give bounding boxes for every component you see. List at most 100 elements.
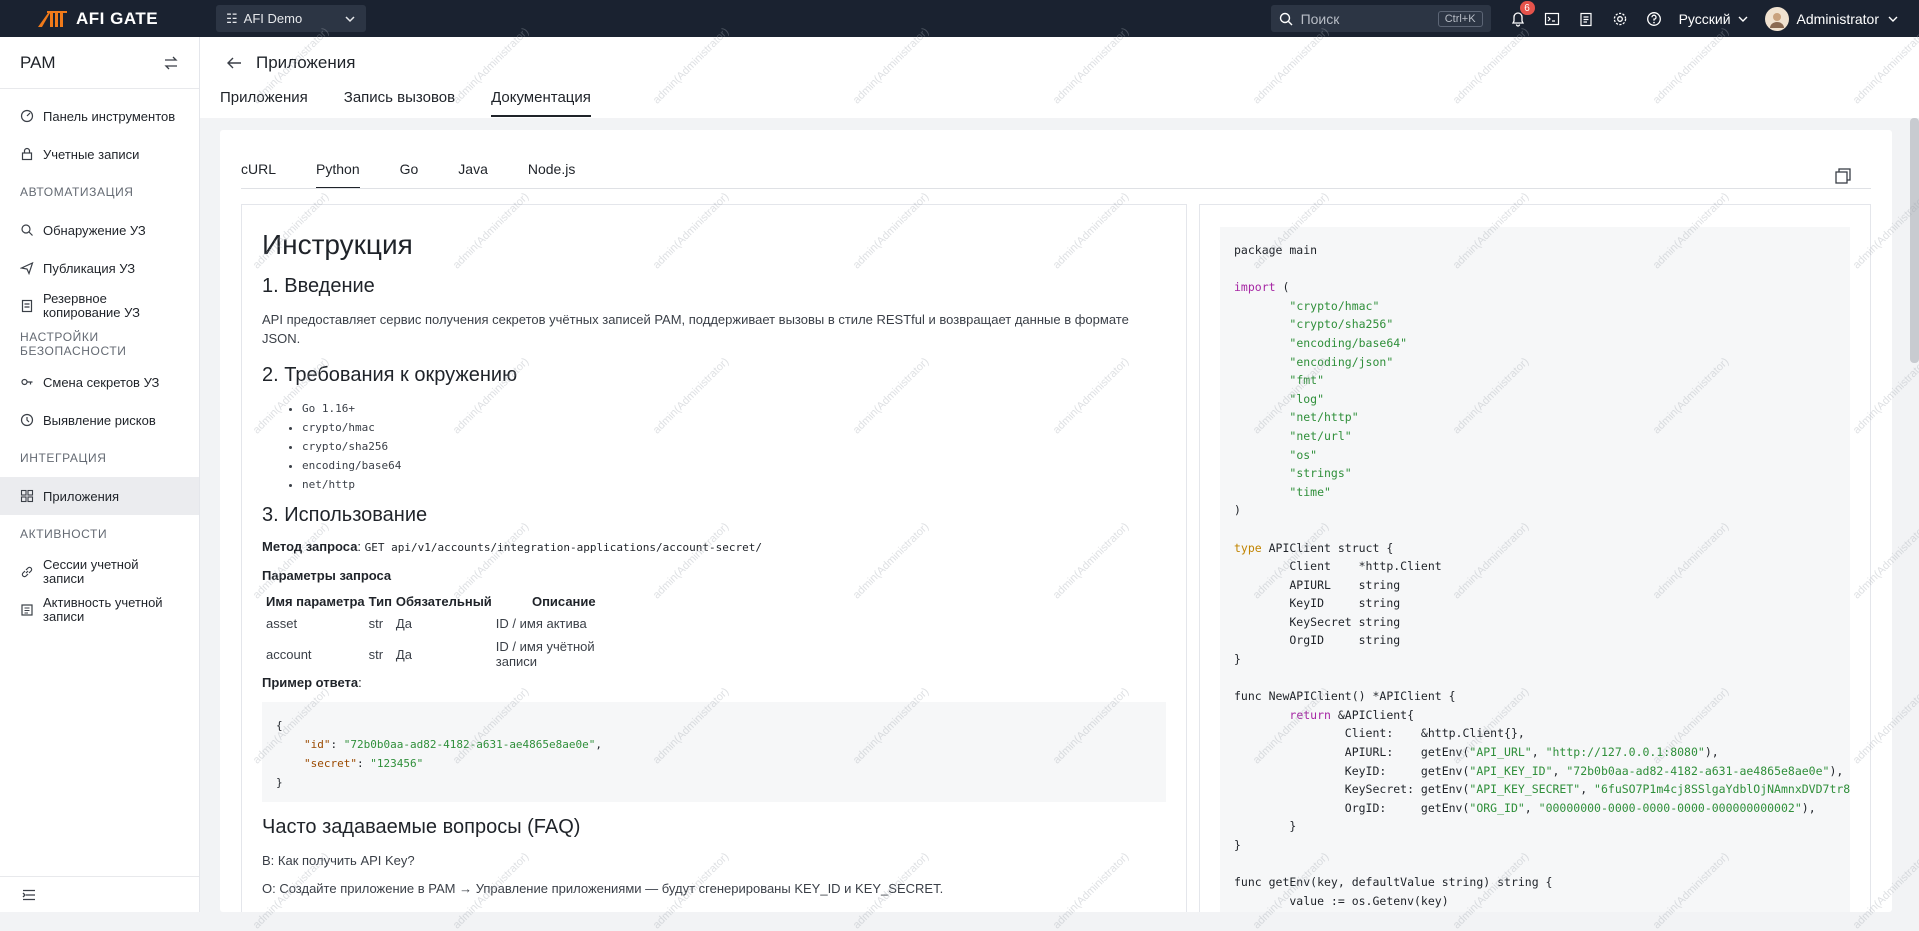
method-label: Метод запроса [262, 539, 358, 554]
back-button[interactable]: Приложения [226, 53, 355, 73]
sidebar-item-sessions[interactable]: Сессии учетной записи [0, 553, 199, 591]
tickets-button[interactable] [1569, 0, 1603, 37]
help-button[interactable] [1637, 0, 1671, 37]
activity-icon [21, 604, 33, 616]
params-label-text: Параметры запроса [262, 568, 392, 583]
logo[interactable]: AFI GATE [0, 9, 200, 29]
sidebar-item-publish[interactable]: Публикация УЗ [0, 249, 199, 287]
tab-curl[interactable]: cURL [241, 161, 276, 189]
chevron-down-icon [345, 15, 355, 22]
send-icon [20, 261, 34, 275]
sidebar-item-risk[interactable]: Выявление рисков [0, 401, 199, 439]
table-header-row: Имя параметра Тип Обязательный Описание [264, 591, 634, 612]
chevron-down-icon [1738, 16, 1748, 22]
tabs-divider [241, 188, 1871, 189]
params-table: Имя параметра Тип Обязательный Описание … [264, 591, 634, 673]
json-brace: } [276, 776, 283, 789]
tab-nodejs[interactable]: Node.js [528, 161, 575, 189]
code-text: package main import ( "crypto/hmac" "cry… [1234, 243, 1850, 908]
tab-documentation[interactable]: Документация [491, 89, 591, 117]
top-bar: AFI GATE ☷ AFI Demo Поиск Ctrl+K 6 Русск… [0, 0, 1919, 37]
tab-applications[interactable]: Приложения [220, 89, 308, 117]
json-brace: { [276, 719, 283, 732]
sidebar-item-label: Панель инструментов [43, 108, 176, 124]
sidebar-item-apps[interactable]: Приложения [0, 477, 199, 515]
copy-icon[interactable] [1834, 167, 1852, 185]
label-line-1: Сессии учетной [43, 557, 139, 572]
sidebar-item-label: Активность учетной записи [43, 596, 163, 624]
tab-java[interactable]: Java [458, 161, 488, 189]
sidebar-item-label: Выявление рисков [43, 412, 156, 428]
settings-button[interactable] [1603, 0, 1637, 37]
backup-icon [21, 299, 33, 313]
logo-icon [38, 10, 67, 27]
user-menu[interactable]: Administrator [1764, 6, 1899, 31]
list-item: crypto/sha256 [302, 437, 1166, 456]
sidebar-item-backup[interactable]: Резервное копирование УЗ [0, 287, 199, 325]
response-example-label: Пример ответа: [262, 675, 362, 690]
grid-icon [20, 489, 34, 503]
search-input[interactable]: Поиск Ctrl+K [1270, 5, 1491, 32]
table-cell: Да [395, 616, 412, 631]
user-name: Administrator [1796, 10, 1879, 27]
search-shortcut: Ctrl+K [1437, 10, 1483, 27]
section-intro-heading: 1. Введение [262, 275, 375, 297]
sidebar-item-label: Сессии учетной записи [43, 558, 138, 586]
label-line-1: Активность учетной [43, 595, 163, 610]
label-line-2: записи [43, 571, 85, 586]
column-header: Описание [531, 594, 596, 609]
json-value: "72b0b0aa-ad82-4182-a631-ae4865e8ae0e" [343, 738, 596, 751]
search-icon [1279, 12, 1293, 25]
column-header: Тип [368, 594, 392, 609]
column-header: Имя параметра [266, 594, 365, 609]
list-item: crypto/hmac [302, 418, 1166, 437]
notification-count: 6 [1519, 1, 1535, 15]
menu-collapse-icon [22, 889, 35, 900]
avatar [1764, 6, 1789, 31]
tab-call-records[interactable]: Запись вызовов [344, 89, 455, 117]
documentation-card: cURL Python Go Java Node.js Инструкция 1… [220, 130, 1892, 912]
method-value: GET api/v1/accounts/integration-applicat… [364, 541, 763, 554]
page-scrollbar[interactable] [1910, 118, 1919, 363]
org-select[interactable]: ☷ AFI Demo [216, 5, 366, 32]
sidebar: PAM Панель инструментов Учетные записи А… [0, 37, 200, 912]
sidebar-group-security: НАСТРОЙКИ БЕЗОПАСНОСТИ [20, 330, 127, 358]
terminal-icon [1544, 12, 1559, 25]
tab-python[interactable]: Python [316, 161, 360, 189]
switch-icon[interactable] [163, 55, 179, 71]
language-select[interactable]: Русский [1679, 11, 1749, 27]
list-item: net/http [302, 475, 1166, 494]
requirements-list: Go 1.16+ crypto/hmac crypto/sha256 encod… [302, 399, 1166, 494]
chevron-down-icon [1888, 16, 1898, 22]
page-title: Приложения [256, 53, 356, 72]
sidebar-item-change-secrets[interactable]: Смена секретов УЗ [0, 363, 199, 401]
sidebar-item-label: Публикация УЗ [43, 260, 136, 276]
code-block[interactable]: package main import ( "crypto/hmac" "cry… [1220, 227, 1850, 912]
sidebar-item-dashboard[interactable]: Панель инструментов [0, 97, 199, 135]
section-requirements-heading: 2. Требования к окружению [262, 364, 518, 386]
label-line-2: копирование УЗ [43, 305, 140, 320]
sidebar-item-accounts[interactable]: Учетные записи [0, 135, 199, 173]
page-tabs: Приложения Запись вызовов Документация [220, 89, 591, 117]
json-key: "secret" [304, 757, 357, 770]
help-icon [1646, 11, 1661, 26]
tab-go[interactable]: Go [400, 161, 419, 189]
sidebar-collapse-button[interactable] [0, 876, 199, 912]
notifications-button[interactable]: 6 [1501, 0, 1535, 37]
clipboard-icon [1579, 12, 1592, 26]
faq-question: В: Как получить API Key? [262, 853, 415, 868]
table-cell: account [266, 646, 312, 662]
link-icon [21, 566, 33, 578]
sidebar-item-discovery[interactable]: Обнаружение УЗ [0, 211, 199, 249]
sidebar-item-activity[interactable]: Активность учетной записи [0, 591, 199, 629]
lock-icon [21, 147, 33, 161]
terminal-button[interactable] [1535, 0, 1569, 37]
table-cell: Да [395, 646, 412, 662]
params-label: Параметры запроса [262, 568, 1166, 583]
request-method: Метод запроса: GET api/v1/accounts/integ… [262, 539, 763, 554]
json-value: "123456" [370, 757, 424, 770]
sidebar-title: PAM [20, 52, 56, 72]
sidebar-group-integration: ИНТЕГРАЦИЯ [20, 451, 107, 465]
faq-answer: О: Создайте приложение в PAM → Управлени… [262, 881, 944, 896]
label-line-1: Резервное [43, 291, 107, 306]
